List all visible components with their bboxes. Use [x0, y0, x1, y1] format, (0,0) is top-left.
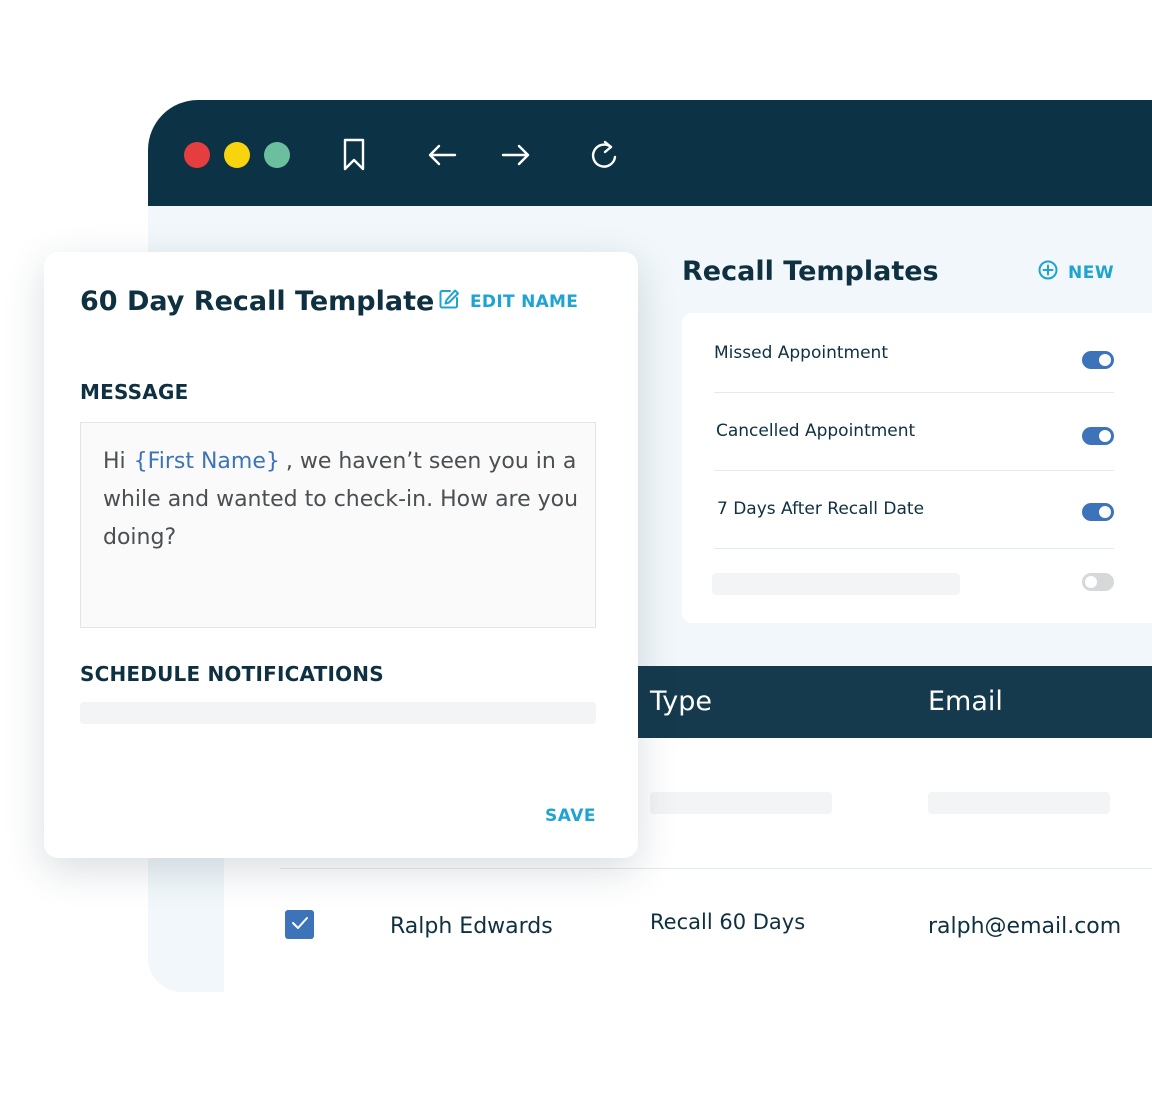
template-label: Missed Appointment: [714, 343, 888, 363]
template-row[interactable]: 7 Days After Recall Date: [714, 471, 1114, 549]
refresh-icon[interactable]: [586, 136, 622, 174]
recall-templates-list: Missed Appointment Cancelled Appointment…: [682, 313, 1152, 623]
new-template-button[interactable]: NEW: [1038, 260, 1114, 285]
template-toggle[interactable]: [1082, 351, 1114, 369]
message-textarea[interactable]: Hi {First Name}, we haven’t seen you in a…: [80, 422, 596, 628]
message-heading: MESSAGE: [80, 380, 189, 404]
row-email: ralph@email.com: [928, 914, 1122, 939]
column-header-type[interactable]: Type: [650, 686, 712, 717]
new-template-label: NEW: [1068, 262, 1115, 283]
template-row[interactable]: Cancelled Appointment: [714, 393, 1114, 471]
plus-circle-icon: [1038, 260, 1058, 285]
edit-name-label: EDIT NAME: [470, 291, 579, 312]
schedule-heading: SCHEDULE NOTIFICATIONS: [80, 662, 384, 686]
modal-title: 60 Day Recall Template: [80, 286, 435, 317]
schedule-placeholder: [80, 702, 596, 724]
check-icon: [291, 915, 309, 934]
row-name: Ralph Edwards: [390, 914, 553, 939]
stage: Recall Templates NEW Missed Appointment …: [0, 0, 1152, 1094]
window-maximize-dot[interactable]: [264, 142, 290, 168]
browser-titlebar: [148, 100, 1152, 206]
template-row[interactable]: Missed Appointment: [714, 315, 1114, 393]
template-row[interactable]: [712, 549, 1114, 627]
template-placeholder: [712, 573, 960, 595]
cell-placeholder: [650, 792, 832, 814]
message-text: Hi {First Name}, we haven’t seen you in a…: [103, 443, 583, 557]
template-toggle[interactable]: [1082, 573, 1114, 591]
row-divider: [280, 868, 1152, 869]
template-toggle[interactable]: [1082, 427, 1114, 445]
cell-placeholder: [928, 792, 1110, 814]
edit-name-button[interactable]: EDIT NAME: [438, 288, 578, 315]
edit-icon: [438, 288, 460, 315]
recall-templates-title: Recall Templates: [682, 256, 939, 287]
table-header: Type Email: [636, 666, 1152, 738]
column-header-email[interactable]: Email: [928, 686, 1003, 717]
arrow-right-icon[interactable]: [498, 136, 534, 174]
first-name-variable[interactable]: {First Name}: [134, 449, 280, 474]
message-greeting: Hi: [103, 449, 126, 474]
save-button[interactable]: SAVE: [545, 806, 596, 826]
window-minimize-dot[interactable]: [224, 142, 250, 168]
row-type: Recall 60 Days: [650, 910, 806, 934]
template-label: Cancelled Appointment: [716, 421, 916, 441]
row-checkbox[interactable]: [285, 910, 314, 939]
template-label: 7 Days After Recall Date: [717, 499, 925, 519]
window-close-dot[interactable]: [184, 142, 210, 168]
template-editor-modal: 60 Day Recall Template EDIT NAME MESSAGE…: [44, 252, 638, 858]
bookmark-icon[interactable]: [336, 136, 372, 174]
template-toggle[interactable]: [1082, 503, 1114, 521]
arrow-left-icon[interactable]: [424, 136, 460, 174]
